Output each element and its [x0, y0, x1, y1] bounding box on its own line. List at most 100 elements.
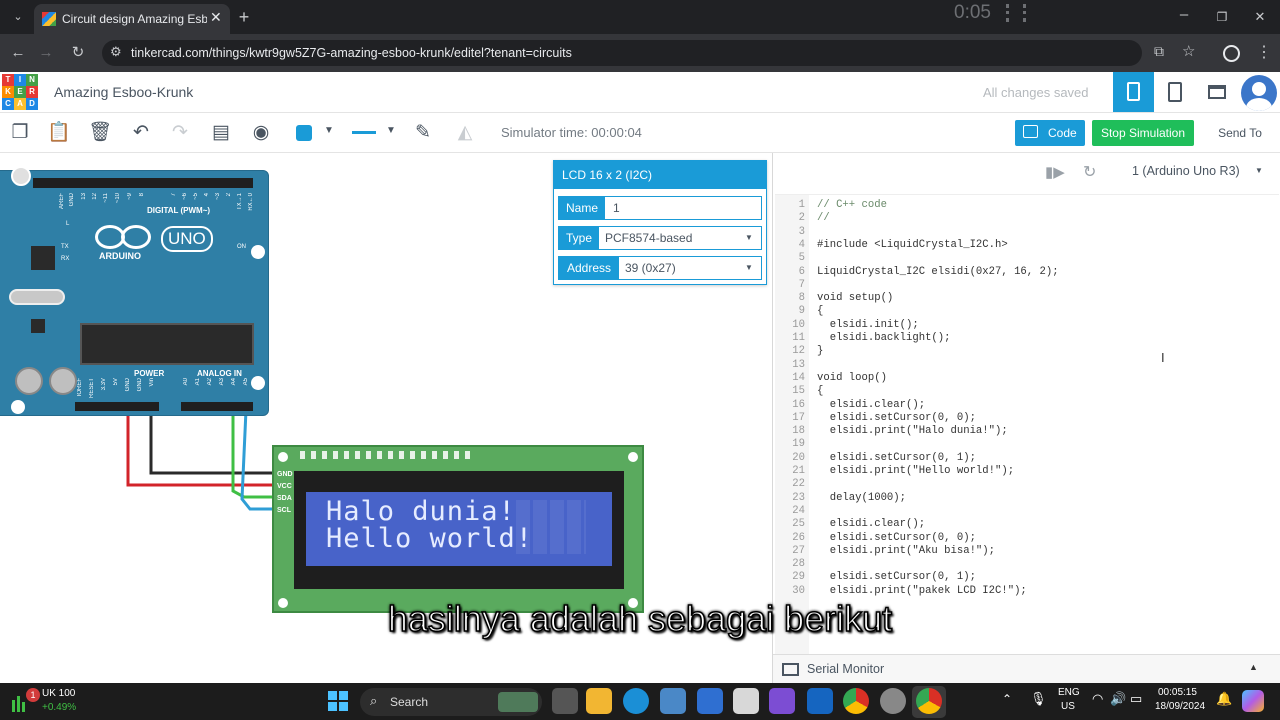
paste-icon[interactable]: 📋 — [44, 113, 74, 153]
tab-close-icon[interactable]: ✕ — [210, 9, 222, 26]
notes-icon[interactable]: ▤ — [206, 113, 236, 153]
code-text: delay(1000); — [817, 491, 907, 504]
send-to-button[interactable]: Send To — [1205, 120, 1275, 146]
step-icon[interactable]: ▮▶ — [1045, 163, 1065, 181]
wifi-icon[interactable]: ◠ — [1092, 691, 1103, 707]
copy-icon[interactable]: ❐ — [5, 113, 35, 153]
wire-dropdown-icon[interactable]: ▼ — [386, 125, 396, 136]
field-label: Address — [559, 257, 619, 279]
code-line: 4 #include <LiquidCrystal_I2C.h> — [775, 239, 1275, 252]
close-window-icon[interactable]: ✕ — [1246, 0, 1274, 34]
project-title[interactable]: Amazing Esboo-Krunk — [54, 84, 193, 100]
lcd-module[interactable]: GND VCC SDA SCL Halo dunia! Hello world! — [272, 445, 644, 613]
restore-icon[interactable]: ❐ — [1208, 0, 1236, 34]
code-line: 17 elsidi.setCursor(0, 0); — [775, 412, 1275, 425]
inspector-address-select[interactable]: Address 39 (0x27) ▼ — [558, 256, 762, 280]
rotate-icon[interactable]: ✎ — [408, 113, 438, 153]
avatar[interactable] — [1241, 75, 1277, 111]
clock-time[interactable]: 00:05:15 — [1158, 687, 1197, 698]
inspector-name-field[interactable]: Name 1 — [558, 196, 762, 220]
notes-visibility-icon[interactable]: ◉ — [246, 113, 276, 153]
chrome-active-icon[interactable] — [916, 688, 942, 714]
redo-icon[interactable]: ↷ — [165, 113, 195, 153]
device-select[interactable]: 1 (Arduino Uno R3) ▼ — [1121, 157, 1265, 185]
inspector-type-select[interactable]: Type PCF8574-based ▼ — [558, 226, 762, 250]
url-field[interactable]: ⚙ tinkercad.com/things/kwtr9gw5Z7G-amazi… — [102, 40, 1195, 66]
chevron-up-icon[interactable]: ▲ — [1249, 662, 1258, 672]
clock-date[interactable]: 18/09/2024 — [1155, 701, 1205, 712]
serial-monitor-bar[interactable]: Serial Monitor ▲ — [773, 654, 1280, 683]
logo-letter: D — [26, 98, 38, 110]
selection-handle[interactable] — [11, 166, 31, 186]
back-icon[interactable]: ← — [4, 34, 32, 72]
minimize-icon[interactable]: – — [1170, 0, 1198, 34]
capacitor — [15, 367, 43, 395]
app-icon[interactable] — [769, 688, 795, 714]
code-text: elsidi.print("Halo dunia!"); — [817, 425, 1008, 438]
line-number: 21 — [792, 465, 805, 477]
photos-icon[interactable] — [660, 688, 686, 714]
code-editor[interactable]: 1 // C++ code 2 // 3 4 #include <LiquidCrystal… — [775, 194, 1279, 655]
profile-icon[interactable] — [1223, 45, 1240, 62]
wire-style-icon[interactable] — [352, 131, 376, 134]
reload-icon[interactable]: ↻ — [64, 34, 92, 72]
circuit-view-button[interactable] — [1113, 72, 1154, 112]
tab-list-icon[interactable]: ⌄ — [4, 0, 32, 34]
simulator-time: Simulator time: 00:00:04 — [501, 125, 642, 140]
pin-label: 7 — [171, 193, 177, 197]
flip-icon[interactable]: ◭ — [450, 113, 480, 153]
browser-menu-icon[interactable]: ⋮ — [1250, 34, 1278, 72]
arduino-board[interactable]: AREF GND 13 12 ~11 ~10 ~9 8 7 ~6 ~5 4 ~3… — [0, 170, 269, 416]
device-select-value: 1 (Arduino Uno R3) — [1132, 164, 1240, 178]
stock-widget-icon[interactable]: 1 — [12, 688, 40, 712]
notifications-bell-icon[interactable]: 🔔 — [1216, 691, 1232, 707]
volume-icon[interactable]: 🔊 — [1110, 691, 1126, 707]
gnd-wire[interactable] — [149, 410, 282, 475]
copilot-icon[interactable] — [1242, 690, 1264, 712]
defender-icon[interactable] — [807, 688, 833, 714]
task-view-icon[interactable] — [552, 688, 578, 714]
site-info-icon[interactable]: ⚙ — [110, 44, 122, 60]
taskbar-search[interactable]: ⌕ Search — [360, 688, 542, 716]
language-label[interactable]: ENG — [1058, 687, 1080, 698]
stop-simulation-button[interactable]: Stop Simulation — [1092, 120, 1194, 146]
component-list-icon[interactable] — [1208, 85, 1226, 99]
line-number: 13 — [792, 358, 805, 371]
debug-icon[interactable]: ↻ — [1083, 162, 1096, 182]
forward-icon[interactable]: → — [32, 34, 60, 72]
line-number: 20 — [792, 451, 805, 464]
delete-icon[interactable]: 🗑 — [85, 113, 115, 153]
code-icon — [1023, 125, 1038, 138]
store-icon[interactable] — [697, 688, 723, 714]
code-line: 13 — [775, 359, 1275, 372]
file-explorer-icon[interactable] — [586, 688, 612, 714]
undo-icon[interactable]: ↶ — [126, 113, 156, 153]
code-text: elsidi.setCursor(0, 0); — [817, 411, 976, 424]
tray-chevron-icon[interactable]: ⌃ — [1002, 692, 1012, 706]
bookmark-star-icon[interactable]: ☆ — [1182, 42, 1195, 60]
color-dropdown-icon[interactable]: ▼ — [324, 125, 334, 136]
tinkercad-logo[interactable]: T I N K E R C A D — [2, 74, 39, 111]
field-value: 1 — [613, 201, 620, 215]
settings-icon[interactable] — [880, 688, 906, 714]
code-button[interactable]: Code — [1015, 120, 1085, 146]
install-app-icon[interactable]: ⧉ — [1154, 43, 1164, 60]
battery-icon[interactable]: ▭ — [1130, 691, 1142, 707]
schematic-view-icon[interactable] — [1168, 82, 1182, 102]
snipping-icon[interactable] — [733, 688, 759, 714]
chevron-down-icon: ▼ — [745, 263, 753, 272]
code-text: LiquidCrystal_I2C elsidi(0x27, 16, 2); — [817, 265, 1059, 278]
microphone-icon[interactable]: 🎙 — [1030, 691, 1047, 707]
pin-label: 12 — [92, 193, 98, 200]
browser-tab[interactable]: Circuit design Amazing Esboo-K ✕ — [34, 4, 230, 34]
edge-icon[interactable] — [623, 688, 649, 714]
pin-label: TX→1 — [237, 193, 243, 211]
browser-tab-strip: ⌄ Circuit design Amazing Esboo-K ✕ + 0:0… — [0, 0, 1280, 34]
new-tab-icon[interactable]: + — [230, 0, 258, 34]
pin-label: 5V — [113, 378, 119, 386]
chrome-icon[interactable] — [843, 688, 869, 714]
reset-button[interactable] — [9, 289, 65, 305]
windows-start-icon[interactable] — [328, 691, 348, 711]
lcd-line-1: Halo dunia! — [326, 496, 516, 527]
color-swatch[interactable] — [296, 125, 312, 141]
